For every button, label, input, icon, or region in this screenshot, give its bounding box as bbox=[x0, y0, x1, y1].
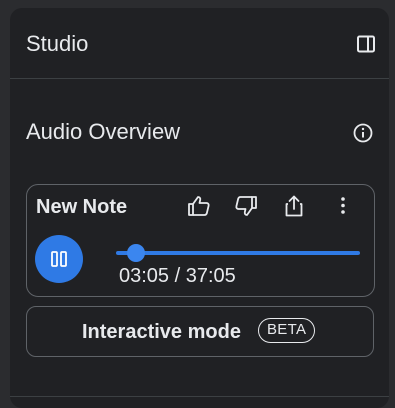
beta-badge: BETA bbox=[258, 318, 316, 343]
audio-overview-title: Audio Overview bbox=[26, 119, 181, 144]
interactive-mode-label: Interactive mode bbox=[82, 321, 241, 343]
interactive-mode-button[interactable]: Interactive mode BETA bbox=[26, 306, 374, 357]
audio-note-card: New Note 03:05 / 37:05 bbox=[26, 184, 375, 297]
side-panel-icon[interactable] bbox=[354, 32, 378, 56]
playback-time: 03:05 / 37:05 bbox=[119, 265, 236, 287]
pause-button[interactable] bbox=[35, 235, 83, 283]
thumb-up-icon[interactable] bbox=[185, 192, 213, 220]
share-icon[interactable] bbox=[280, 192, 308, 220]
more-vert-icon[interactable] bbox=[329, 192, 357, 220]
playback-progress-slider[interactable] bbox=[116, 244, 360, 262]
pause-icon bbox=[51, 251, 67, 267]
studio-header: Studio bbox=[10, 8, 389, 79]
studio-title: Studio bbox=[26, 31, 89, 56]
note-title: New Note bbox=[36, 196, 128, 218]
studio-panel: Studio Audio Overview New Note 03:05 / 3… bbox=[10, 8, 389, 408]
bottom-divider bbox=[10, 396, 389, 397]
info-icon[interactable] bbox=[351, 121, 375, 145]
thumb-down-icon[interactable] bbox=[232, 192, 260, 220]
progress-thumb[interactable] bbox=[127, 244, 146, 262]
